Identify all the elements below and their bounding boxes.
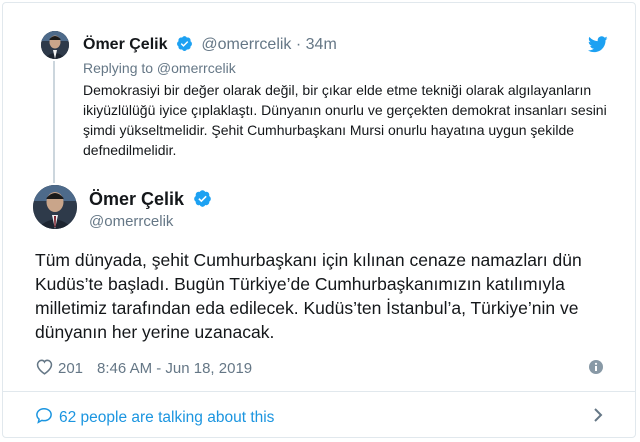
like-count[interactable]: 201 xyxy=(58,360,83,377)
reply-header: Ömer Çelik @omerrcelik · 34m xyxy=(83,35,337,57)
main-avatar[interactable] xyxy=(33,185,77,229)
footer-divider xyxy=(3,391,635,392)
dot-separator: · xyxy=(295,36,302,53)
speech-bubble-icon xyxy=(35,407,53,429)
main-handle[interactable]: @omerrcelik xyxy=(89,213,173,230)
main-author-name-row: Ömer Çelik xyxy=(89,189,216,213)
verified-badge-icon xyxy=(193,189,212,213)
reply-handle[interactable]: @omerrcelik xyxy=(201,36,291,53)
reply-avatar[interactable] xyxy=(41,31,69,59)
twitter-bird-icon[interactable] xyxy=(587,36,608,58)
tweet-timestamp[interactable]: 8:46 AM - Jun 18, 2019 xyxy=(97,360,252,377)
reply-tweet[interactable]: Ömer Çelik @omerrcelik · 34m Replying to… xyxy=(3,3,635,183)
main-tweet-text: Tüm dünyada, şehit Cumhurbaşkanı için kı… xyxy=(35,250,582,342)
verified-badge-icon xyxy=(176,35,193,57)
talking-about-text[interactable]: 62 people are talking about this xyxy=(59,409,274,427)
chevron-right-icon[interactable] xyxy=(593,407,603,428)
info-icon[interactable] xyxy=(589,360,603,379)
main-author-name[interactable]: Ömer Çelik xyxy=(89,189,184,209)
thread-connector-line xyxy=(53,61,55,183)
reply-time[interactable]: 34m xyxy=(306,36,337,53)
tweet-embed-card: Ömer Çelik @omerrcelik · 34m Replying to… xyxy=(2,2,636,438)
talking-about-link[interactable]: 62 people are talking about this xyxy=(35,407,274,429)
heart-icon[interactable] xyxy=(35,358,54,379)
replying-to-label[interactable]: Replying to @omerrcelik xyxy=(83,60,236,76)
reply-tweet-text: Demokrasiyi bir değer olarak değil, bir … xyxy=(83,82,607,158)
reply-author-name[interactable]: Ömer Çelik xyxy=(83,36,167,53)
tweet-meta-row: 201 8:46 AM - Jun 18, 2019 xyxy=(35,358,252,379)
